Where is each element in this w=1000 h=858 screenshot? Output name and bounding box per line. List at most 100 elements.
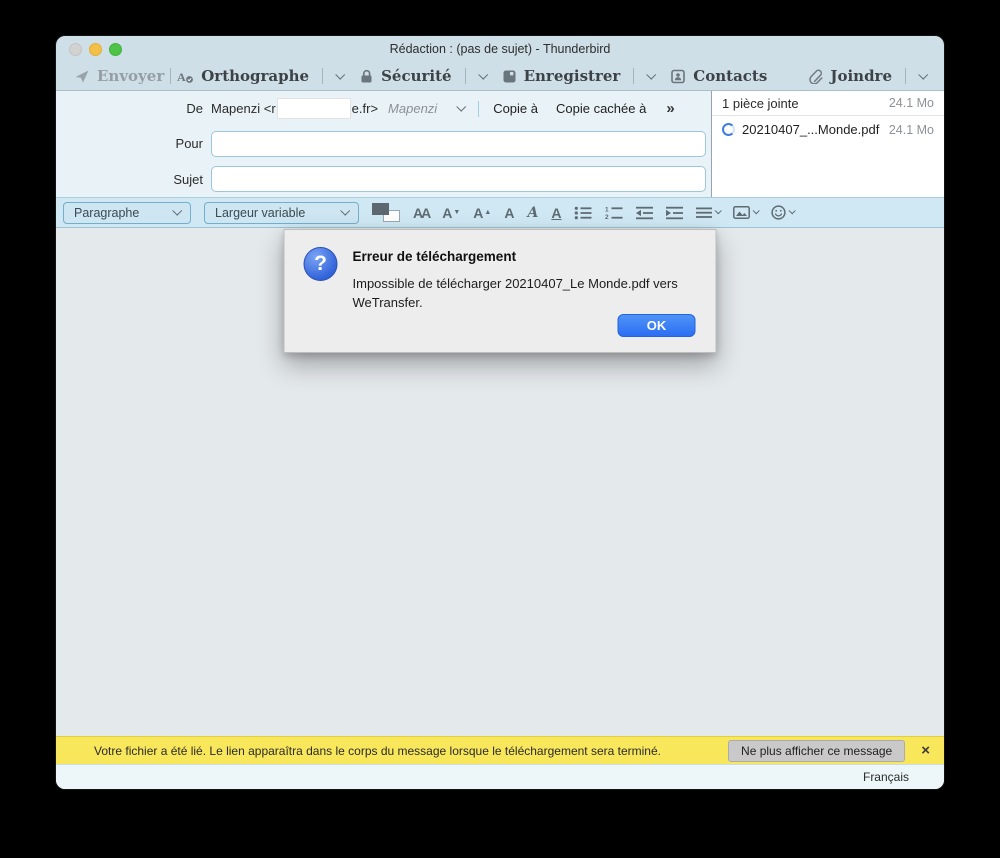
paperclip-icon xyxy=(808,68,823,84)
image-icon xyxy=(733,206,751,219)
font-select-chevron-icon xyxy=(340,205,351,216)
from-dropdown-chevron-icon[interactable] xyxy=(456,101,467,112)
more-recipients-button[interactable]: » xyxy=(666,100,674,117)
close-notification-icon[interactable]: × xyxy=(921,743,930,758)
attachment-panel-header: 1 pièce jointe 24.1 Mo xyxy=(712,91,944,116)
main-toolbar: Envoyer A Orthographe Sécurité Enregistr… xyxy=(56,62,944,91)
formatting-toolbar: Paragraphe Largeur variable AA A ▼ A ▲ A A… xyxy=(56,197,944,228)
save-dropdown-chevron-icon[interactable] xyxy=(646,69,657,80)
contacts-label: Contacts xyxy=(693,67,768,85)
paragraph-select-chevron-icon xyxy=(172,205,183,216)
spellcheck-icon: A xyxy=(177,69,194,84)
to-input[interactable] xyxy=(211,130,706,157)
font-select-value: Largeur variable xyxy=(215,205,306,220)
cc-button[interactable]: Copie à xyxy=(493,101,538,116)
increase-font-size-icon[interactable]: A ▲ xyxy=(473,206,491,220)
alignment-chevron-icon xyxy=(715,207,723,215)
spelling-dropdown-chevron-icon[interactable] xyxy=(335,69,346,80)
subject-label: Sujet xyxy=(173,171,203,187)
attach-dropdown-chevron-icon[interactable] xyxy=(918,69,929,80)
attachment-item[interactable]: 20210407_...Monde.pdf 24.1 Mo xyxy=(712,116,944,143)
dismiss-notification-button[interactable]: Ne plus afficher ce message xyxy=(728,739,906,762)
from-identity-selector[interactable]: Mapenzi <r e.fr> Mapenzi Copie à Copie c… xyxy=(211,98,675,119)
smiley-icon xyxy=(771,205,787,220)
spelling-label: Orthographe xyxy=(201,67,310,85)
alignment-menu[interactable] xyxy=(696,207,723,219)
from-address-suffix: e.fr> xyxy=(351,101,379,116)
highlight-color-icon[interactable]: AA xyxy=(413,206,431,220)
address-book-icon xyxy=(670,69,686,84)
from-address-prefix: Mapenzi <r xyxy=(211,101,276,116)
font-select[interactable]: Largeur variable xyxy=(204,201,359,224)
smiley-chevron-icon xyxy=(789,207,797,215)
paragraph-style-value: Paragraphe xyxy=(74,205,140,220)
align-text-icon xyxy=(696,207,713,219)
save-icon xyxy=(502,69,517,84)
compose-header: De Mapenzi <r e.fr> Mapenzi Copie à Copi… xyxy=(56,91,944,197)
insert-image-menu[interactable] xyxy=(733,206,761,219)
to-label: Pour xyxy=(175,136,203,151)
save-button[interactable]: Enregistrer xyxy=(502,67,657,85)
outdent-icon[interactable] xyxy=(636,206,654,220)
svg-text:A: A xyxy=(177,70,186,84)
message-body-area[interactable]: ? Erreur de téléchargement Impossible de… xyxy=(56,228,944,736)
decrease-font-size-icon[interactable]: A ▼ xyxy=(442,206,460,220)
maximize-window-button[interactable] xyxy=(109,43,122,56)
toolbar-divider xyxy=(170,68,172,84)
attach-button[interactable]: Joindre xyxy=(808,67,929,85)
titlebar: Rédaction : (pas de sujet) - Thunderbird xyxy=(56,36,944,62)
window-title: Rédaction : (pas de sujet) - Thunderbird xyxy=(389,42,611,56)
spelling-button[interactable]: A Orthographe xyxy=(177,67,346,85)
question-mark-icon: ? xyxy=(303,247,338,281)
addressing-area: De Mapenzi <r e.fr> Mapenzi Copie à Copi… xyxy=(56,91,711,197)
dialog-ok-button[interactable]: OK xyxy=(617,314,696,337)
attachment-total-size: 24.1 Mo xyxy=(888,96,934,110)
security-label: Sécurité xyxy=(381,67,452,85)
bold-icon[interactable]: A xyxy=(504,206,514,220)
send-plane-icon xyxy=(74,68,90,84)
indent-icon[interactable] xyxy=(666,206,684,220)
spellcheck-language-indicator[interactable]: Français xyxy=(863,770,909,784)
attachment-panel: 1 pièce jointe 24.1 Mo 20210407_...Monde… xyxy=(711,91,944,197)
security-dropdown-chevron-icon[interactable] xyxy=(477,69,488,80)
notification-message: Votre fichier a été lié. Le lien apparaî… xyxy=(94,743,661,758)
smiley-menu[interactable] xyxy=(771,205,797,220)
attachment-name: 20210407_...Monde.pdf xyxy=(742,122,880,137)
bullet-list-icon[interactable] xyxy=(574,206,592,220)
text-color-picker[interactable] xyxy=(372,203,400,222)
image-chevron-icon xyxy=(753,207,761,215)
svg-text:1: 1 xyxy=(605,206,609,213)
save-label: Enregistrer xyxy=(523,67,621,85)
subject-row: Sujet xyxy=(56,161,711,197)
numbered-list-icon[interactable]: 12 xyxy=(605,206,623,220)
svg-text:2: 2 xyxy=(605,214,609,220)
from-row: De Mapenzi <r e.fr> Mapenzi Copie à Copi… xyxy=(56,91,711,126)
attachment-count: 1 pièce jointe xyxy=(722,95,799,111)
minimize-window-button[interactable] xyxy=(89,43,102,56)
security-button[interactable]: Sécurité xyxy=(359,67,488,85)
attachment-size: 24.1 Mo xyxy=(888,122,934,137)
subject-input[interactable] xyxy=(211,166,706,192)
dialog-title: Erreur de téléchargement xyxy=(352,249,517,264)
dialog-message: Impossible de télécharger 20210407_Le Mo… xyxy=(352,276,678,310)
to-row: Pour xyxy=(56,126,711,161)
italic-icon[interactable]: A xyxy=(527,206,538,220)
paragraph-style-select[interactable]: Paragraphe xyxy=(63,201,191,224)
contacts-button[interactable]: Contacts xyxy=(670,67,767,85)
redacted-email-fragment xyxy=(276,98,351,119)
send-button[interactable]: Envoyer xyxy=(74,67,164,85)
status-bar: Français xyxy=(56,764,944,789)
close-window-button[interactable] xyxy=(69,43,82,56)
from-label: De xyxy=(186,101,203,116)
bcc-button[interactable]: Copie cachée à xyxy=(556,101,646,116)
attach-label: Joindre xyxy=(830,67,892,85)
traffic-lights xyxy=(69,43,122,56)
upload-progress-spinner-icon xyxy=(722,123,735,136)
link-notification-bar: Votre fichier a été lié. Le lien apparaî… xyxy=(56,736,944,764)
lock-icon xyxy=(359,69,374,84)
send-label: Envoyer xyxy=(97,67,165,85)
foreground-color-swatch xyxy=(372,203,389,215)
underline-icon[interactable]: A xyxy=(551,206,561,220)
compose-window: Rédaction : (pas de sujet) - Thunderbird… xyxy=(55,35,945,790)
upload-error-dialog: ? Erreur de téléchargement Impossible de… xyxy=(283,229,717,353)
